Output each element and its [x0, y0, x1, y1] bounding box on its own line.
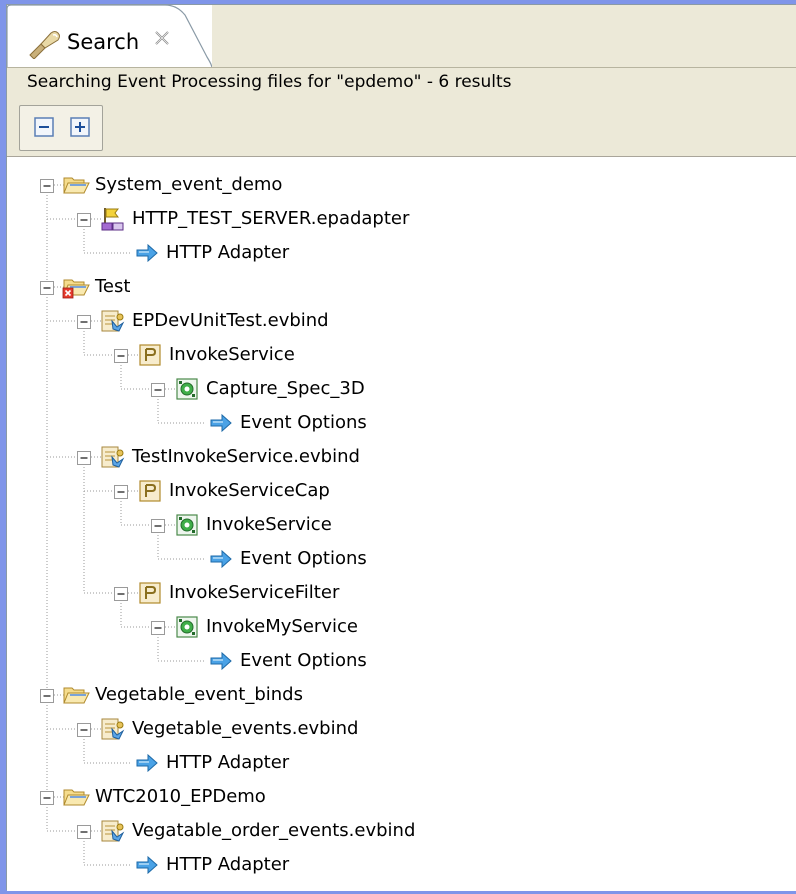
- collapse-toggle-icon[interactable]: [114, 348, 128, 363]
- folder-open-icon: [62, 171, 90, 199]
- tree-node-label: InvokeServiceCap: [169, 480, 330, 501]
- tree-node[interactable]: Test: [7, 272, 796, 302]
- evbind-file-icon: [99, 443, 127, 471]
- arrow-right-icon: [207, 545, 235, 573]
- tree-node[interactable]: Capture_Spec_3D: [7, 374, 796, 404]
- tree-node[interactable]: InvokeServiceCap: [7, 476, 796, 506]
- tree-node-label: HTTP Adapter: [166, 752, 290, 773]
- collapse-all-icon: [34, 117, 54, 137]
- collapse-toggle-icon[interactable]: [151, 382, 165, 397]
- tree-node[interactable]: Event Options: [7, 646, 796, 676]
- arrow-right-icon: [133, 851, 161, 879]
- tree-node[interactable]: InvokeServiceFilter: [7, 578, 796, 608]
- collapse-toggle-icon[interactable]: [114, 586, 128, 601]
- capture-spec-icon: [173, 375, 201, 403]
- tree-node[interactable]: Vegetable_events.evbind: [7, 714, 796, 744]
- tree-node-label: HTTP_TEST_SERVER.epadapter: [132, 208, 410, 229]
- toolbar-button-group: [19, 105, 103, 151]
- tab-title: Search: [67, 30, 140, 54]
- tree-node-label: System_event_demo: [95, 174, 283, 195]
- tree-node[interactable]: Vegetable_event_binds: [7, 680, 796, 710]
- view-tab-bar: Search: [7, 5, 796, 68]
- tree-node-label: Test: [95, 276, 131, 297]
- tree-node-label: HTTP Adapter: [166, 854, 290, 875]
- expand-all-icon: [70, 117, 90, 137]
- tree-node-label: InvokeMyService: [206, 616, 358, 637]
- collapse-toggle-icon[interactable]: [40, 178, 54, 193]
- collapse-toggle-icon[interactable]: [151, 518, 165, 533]
- collapse-toggle-icon[interactable]: [114, 484, 128, 499]
- tree-node[interactable]: WTC2010_EPDemo: [7, 782, 796, 812]
- expand-all-button[interactable]: [68, 115, 94, 141]
- tree-node-label: EPDevUnitTest.evbind: [132, 310, 329, 331]
- collapse-toggle-icon[interactable]: [40, 688, 54, 703]
- pattern-icon: [136, 477, 164, 505]
- search-status-bar: Searching Event Processing files for "ep…: [7, 67, 796, 97]
- collapse-toggle-icon[interactable]: [77, 450, 91, 465]
- close-icon[interactable]: [153, 29, 171, 47]
- tree-node[interactable]: TestInvokeService.evbind: [7, 442, 796, 472]
- collapse-toggle-icon[interactable]: [151, 620, 165, 635]
- tree-node[interactable]: HTTP_TEST_SERVER.epadapter: [7, 204, 796, 234]
- collapse-all-button[interactable]: [32, 115, 58, 141]
- tree-node-label: InvokeService: [206, 514, 332, 535]
- tree-node-label: InvokeServiceFilter: [169, 582, 340, 603]
- search-results-tree: System_event_demo HTTP_TEST_SERVER.epadap…: [7, 157, 796, 891]
- tree-node-label: InvokeService: [169, 344, 295, 365]
- tree-node-label: Vegetable_event_binds: [95, 684, 303, 705]
- tree-node[interactable]: HTTP Adapter: [7, 850, 796, 880]
- collapse-toggle-icon[interactable]: [40, 280, 54, 295]
- tree-node-label: HTTP Adapter: [166, 242, 290, 263]
- search-tab[interactable]: Search: [7, 5, 212, 68]
- evbind-file-icon: [99, 307, 127, 335]
- tree-node[interactable]: InvokeService: [7, 510, 796, 540]
- arrow-right-icon: [207, 647, 235, 675]
- tree-node[interactable]: HTTP Adapter: [7, 238, 796, 268]
- tree-node[interactable]: HTTP Adapter: [7, 748, 796, 778]
- tree-node-label: Event Options: [240, 548, 367, 569]
- tree-node-label: Capture_Spec_3D: [206, 378, 365, 399]
- tree-node-label: Vegatable_order_events.evbind: [132, 820, 416, 841]
- tree-node[interactable]: InvokeMyService: [7, 612, 796, 642]
- capture-spec-icon: [173, 613, 201, 641]
- arrow-right-icon: [133, 749, 161, 777]
- search-toolbar: [7, 97, 796, 157]
- folder-open-icon: [62, 783, 90, 811]
- search-result-summary: Searching Event Processing files for "ep…: [27, 72, 512, 92]
- tree-node[interactable]: Vegatable_order_events.evbind: [7, 816, 796, 846]
- tree-node-label: WTC2010_EPDemo: [95, 786, 266, 807]
- collapse-toggle-icon[interactable]: [77, 722, 91, 737]
- collapse-toggle-icon[interactable]: [40, 790, 54, 805]
- arrow-right-icon: [133, 239, 161, 267]
- tree-node-label: Vegetable_events.evbind: [132, 718, 359, 739]
- tree-node[interactable]: Event Options: [7, 544, 796, 574]
- tree-node[interactable]: InvokeService: [7, 340, 796, 370]
- tree-node[interactable]: System_event_demo: [7, 170, 796, 200]
- capture-spec-icon: [173, 511, 201, 539]
- adapter-icon: [99, 205, 127, 233]
- folder-open-error-icon: [62, 273, 90, 301]
- search-flashlight-icon: [27, 29, 63, 60]
- collapse-toggle-icon[interactable]: [77, 212, 91, 227]
- evbind-file-icon: [99, 817, 127, 845]
- collapse-toggle-icon[interactable]: [77, 824, 91, 839]
- tree-node[interactable]: Event Options: [7, 408, 796, 438]
- arrow-right-icon: [207, 409, 235, 437]
- tree-node[interactable]: EPDevUnitTest.evbind: [7, 306, 796, 336]
- tree-node-label: Event Options: [240, 650, 367, 671]
- pattern-icon: [136, 341, 164, 369]
- evbind-file-icon: [99, 715, 127, 743]
- folder-open-icon: [62, 681, 90, 709]
- pattern-icon: [136, 579, 164, 607]
- search-view: Search Searching Event Processing files …: [6, 4, 796, 891]
- tree-node-label: Event Options: [240, 412, 367, 433]
- tree-node-label: TestInvokeService.evbind: [132, 446, 360, 467]
- collapse-toggle-icon[interactable]: [77, 314, 91, 329]
